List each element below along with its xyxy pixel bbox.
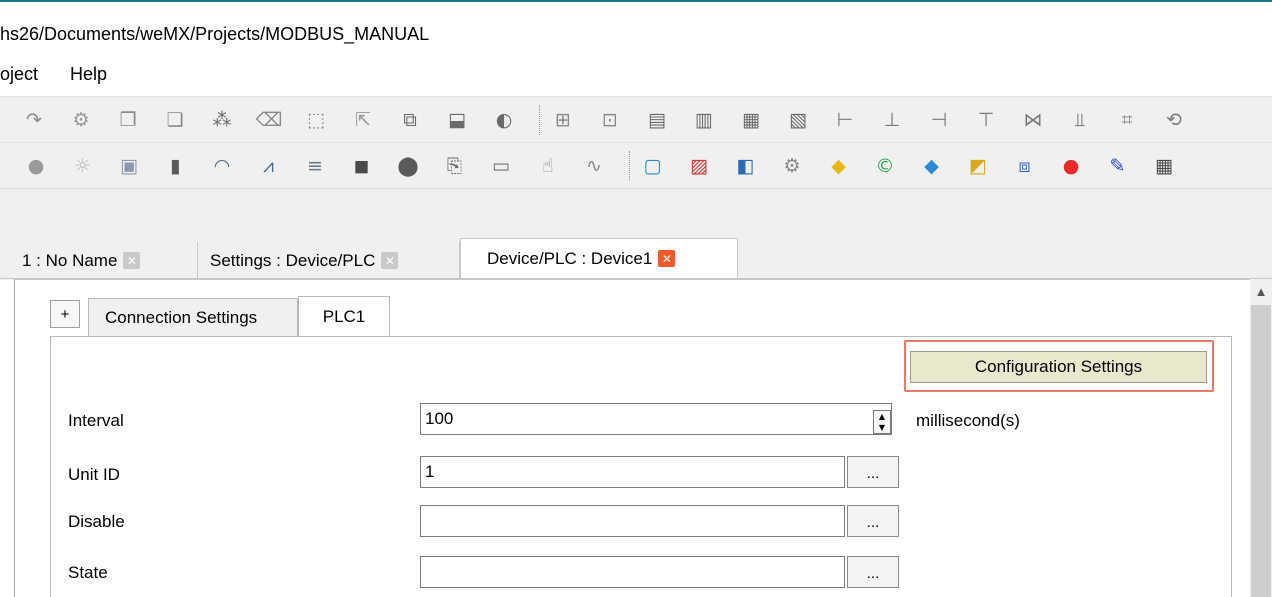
script-icon[interactable]: ✎ [1104,152,1132,180]
rotate-icon[interactable]: ◐ [490,106,518,134]
interval-unit: millisecond(s) [916,411,1020,430]
pointer-icon[interactable]: ⇱ [349,106,377,134]
trend-icon[interactable]: ⩘ [255,152,283,180]
redo-icon[interactable]: ↷ [20,106,48,134]
alarm-icon[interactable]: ⬤ [394,152,422,180]
title-bar: hs26/Documents/weMX/Projects/MODBUS_MANU… [0,0,1272,62]
align-middle-icon[interactable]: ⋈ [1019,106,1047,134]
doc-tab-label: Device/PLC : Device1 [487,248,653,268]
doc-tab-settings-device-plc[interactable]: Settings : Device/PLC ✕ [198,242,460,279]
copy-format-icon[interactable]: ❐ [114,106,142,134]
toolbar-separator [539,105,540,135]
unit-id-browse-button[interactable]: ... [847,456,899,488]
align-bottom-icon[interactable]: ⫫ [1066,106,1094,134]
state-browse-button[interactable]: ... [847,556,899,588]
disable-input[interactable] [420,505,845,537]
screen-edit-icon[interactable]: ▨ [685,152,713,180]
light-icon[interactable]: ☼ [69,152,97,180]
align-center-icon[interactable]: ⊥ [878,106,906,134]
doc-tab-device1[interactable]: Device/PLC : Device1 ✕ [460,238,738,279]
unit-id-label: Unit ID [68,465,120,484]
toolbar-separator [628,151,630,181]
tag-icon[interactable]: ◆ [825,152,853,180]
menu-help[interactable]: Help [70,64,107,85]
size-icon[interactable]: ▤ [643,106,671,134]
align-left-icon[interactable]: ⊢ [831,106,859,134]
interval-label: Interval [68,411,124,430]
zoom-icon[interactable]: ⚙ [67,106,95,134]
size4-icon[interactable]: ▧ [784,106,812,134]
device-icon[interactable]: ◩ [964,152,992,180]
menu-bar: oject Help [0,62,1272,90]
document-tab-bar: 1 : No Name ✕ Settings : Device/PLC ✕ De… [0,234,1272,280]
flip-icon[interactable]: ⟲ [1160,106,1188,134]
scroll-up-icon[interactable]: ▲ [1250,279,1272,303]
align-right-icon[interactable]: ⊣ [925,106,953,134]
interval-value: 100 [425,409,454,428]
image-icon[interactable]: ▣ [115,152,143,180]
slider-icon[interactable]: ≡ [301,152,329,180]
add-tab-button[interactable]: + [50,300,80,328]
network-icon[interactable]: ⧈ [1011,152,1039,180]
scroll-thumb[interactable] [1251,305,1271,597]
monitor-icon[interactable]: ▭ [487,152,515,180]
hand-icon[interactable]: ☝ [534,152,562,180]
menu-project[interactable]: oject [0,64,38,85]
group-icon[interactable]: ⁂ [208,106,236,134]
size3-icon[interactable]: ▦ [737,106,765,134]
close-icon[interactable]: ✕ [381,252,399,269]
interval-input[interactable]: 100 [420,403,892,435]
paste-format-icon[interactable]: ❏ [161,106,189,134]
report-icon[interactable]: ⎘ [441,152,469,180]
toolbar-strip [0,188,1272,234]
bar-graph-icon[interactable]: ▮ [162,152,190,180]
align-top-icon[interactable]: ⊤ [972,106,1000,134]
doc-tab-no-name[interactable]: 1 : No Name ✕ [10,242,198,279]
window-title: hs26/Documents/weMX/Projects/MODBUS_MANU… [0,24,430,44]
screen-icon[interactable]: ▢ [639,152,667,180]
align-grid2-icon[interactable]: ⊡ [596,106,624,134]
disable-browse-button[interactable]: ... [847,505,899,537]
doc-tab-label: Settings : Device/PLC [210,250,376,270]
settings-gear-icon[interactable]: ⚙ [778,152,806,180]
disable-label: Disable [68,512,125,531]
select-icon[interactable]: ⬚ [302,106,330,134]
close-icon[interactable]: ✕ [123,252,141,269]
size2-icon[interactable]: ▥ [690,106,718,134]
spin-up-icon[interactable]: ▲ [879,412,885,421]
toolbar-edit: ↷ ⚙ ❐ ❏ ⁂ ⌫ ⬚ ⇱ ⧉ ⬓ ◐ ⊞ ⊡ ▤ ▥ ▦ ▧ ⊢ ⊥ ⊣ ⊤ ⋈ ⫫ ⌗ ⟲ [0,96,1272,142]
close-icon[interactable]: ✕ [658,250,676,267]
lamp-icon[interactable]: ● [22,152,50,180]
send-back-icon[interactable]: ⬓ [443,106,471,134]
vertical-scrollbar[interactable]: ▲ [1250,279,1272,597]
copyright-icon[interactable]: © [871,152,899,180]
spin-down-icon[interactable]: ▼ [879,423,885,432]
tag-blue-icon[interactable]: ◆ [918,152,946,180]
delete-icon[interactable]: ⌫ [255,106,283,134]
state-input[interactable] [420,556,845,588]
tab-plc1[interactable]: PLC1 [298,296,390,337]
tab-connection-settings[interactable]: Connection Settings [88,298,298,336]
align-grid-icon[interactable]: ⊞ [549,106,577,134]
windows-icon[interactable]: ◧ [732,152,760,180]
unit-id-input[interactable]: 1 [420,456,845,488]
text-box-icon[interactable]: ◼ [348,152,376,180]
waveform-icon[interactable]: ∿ [580,152,608,180]
interval-spinner[interactable]: ▲ ▼ [873,410,891,434]
configuration-settings-button[interactable]: Configuration Settings [910,351,1207,383]
distribute-icon[interactable]: ⌗ [1113,106,1141,134]
doc-tab-label: 1 : No Name [22,250,118,270]
alarm-light-icon[interactable]: ● [1057,152,1085,180]
bring-front-icon[interactable]: ⧉ [396,106,424,134]
state-label: State [68,563,108,582]
toolbar-objects: ● ☼ ▣ ▮ ◠ ⩘ ≡ ◼ ⬤ ⎘ ▭ ☝ ∿ ▢ ▨ ◧ ⚙ ◆ © ◆ ◩ ⧈ ● ✎ ▦ [0,142,1272,188]
calendar-icon[interactable]: ▦ [1150,152,1178,180]
unit-id-value: 1 [425,462,435,481]
gauge-icon[interactable]: ◠ [208,152,236,180]
